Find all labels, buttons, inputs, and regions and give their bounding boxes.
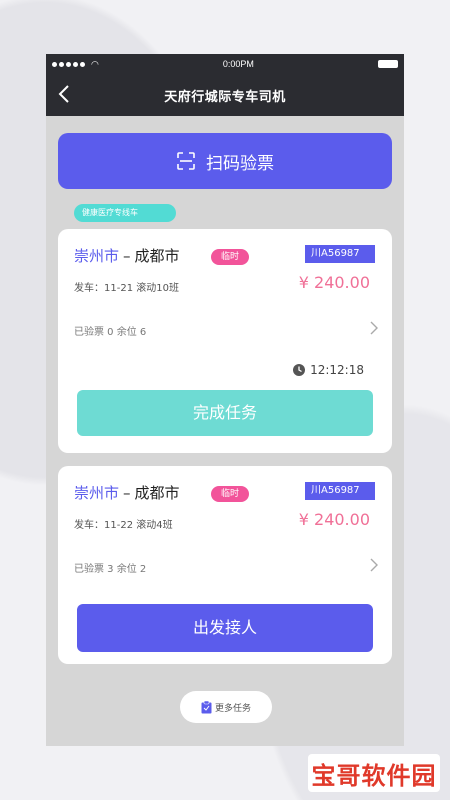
battery-icon [377,60,398,68]
more-tasks-label: 更多任务 [214,703,251,714]
wifi-icon: ◠ [91,58,99,69]
more-tasks-button[interactable]: 更多任务 [180,691,272,723]
ticket-status: 已验票 0 余位 6 [74,327,147,338]
complete-task-button[interactable]: 完成任务 [77,390,373,436]
scan-ticket-label: 扫码验票 [206,153,274,174]
start-pickup-button[interactable]: 出发接人 [77,604,373,652]
timer-value: 12:12:18 [310,363,364,377]
plate-number: 川A56987 [305,482,375,500]
plate-number: 川A56987 [305,245,375,263]
chevron-right-icon[interactable] [370,321,378,335]
task-card[interactable]: 崇州市 – 成都市 临时 川A56987 发车：11-22 滚动4班 ¥ 240.0… [58,466,392,664]
page-title: 天府行城际专车司机 [164,89,286,105]
departure-info: 发车：11-22 滚动4班 [74,520,173,531]
status-time: 0:00PM [222,59,254,69]
temporary-badge: 临时 [211,486,249,502]
nav-bar: 天府行城际专车司机 [46,74,404,116]
departure-info: 发车：11-21 滚动10班 [74,283,179,294]
countdown-timer: 12:12:18 [292,363,364,377]
route-from: 崇州市 [74,247,120,265]
ticket-status: 已验票 3 余位 2 [74,564,147,575]
clock-icon [293,364,306,376]
route-dash: – [123,247,131,265]
route: 崇州市 – 成都市 [74,245,180,266]
price: ¥ 240.00 [298,273,370,292]
route-dash: – [123,484,131,502]
task-card[interactable]: 崇州市 – 成都市 临时 川A56987 发车：11-21 滚动10班 ¥ 240.… [58,229,392,453]
phone-screen: ◠ 0:00PM 天府行城际专车司机 扫码验票 健康医疗专线车 崇州市 – 成都市 … [46,54,404,746]
route-from: 崇州市 [74,484,120,502]
clipboard-icon [201,700,212,713]
route-to: 成都市 [134,247,180,265]
route: 崇州市 – 成都市 [74,482,180,503]
back-icon[interactable] [58,85,70,103]
watermark-logo: 宝哥软件园 [308,754,440,792]
route-tag: 健康医疗专线车 [74,204,176,222]
scan-icon [177,152,195,170]
price: ¥ 240.00 [298,510,370,529]
status-bar: ◠ 0:00PM [46,54,404,74]
scan-ticket-button[interactable]: 扫码验票 [58,133,392,189]
temporary-badge: 临时 [211,249,249,265]
signal-icon [52,61,85,67]
route-to: 成都市 [134,484,180,502]
chevron-right-icon[interactable] [370,558,378,572]
